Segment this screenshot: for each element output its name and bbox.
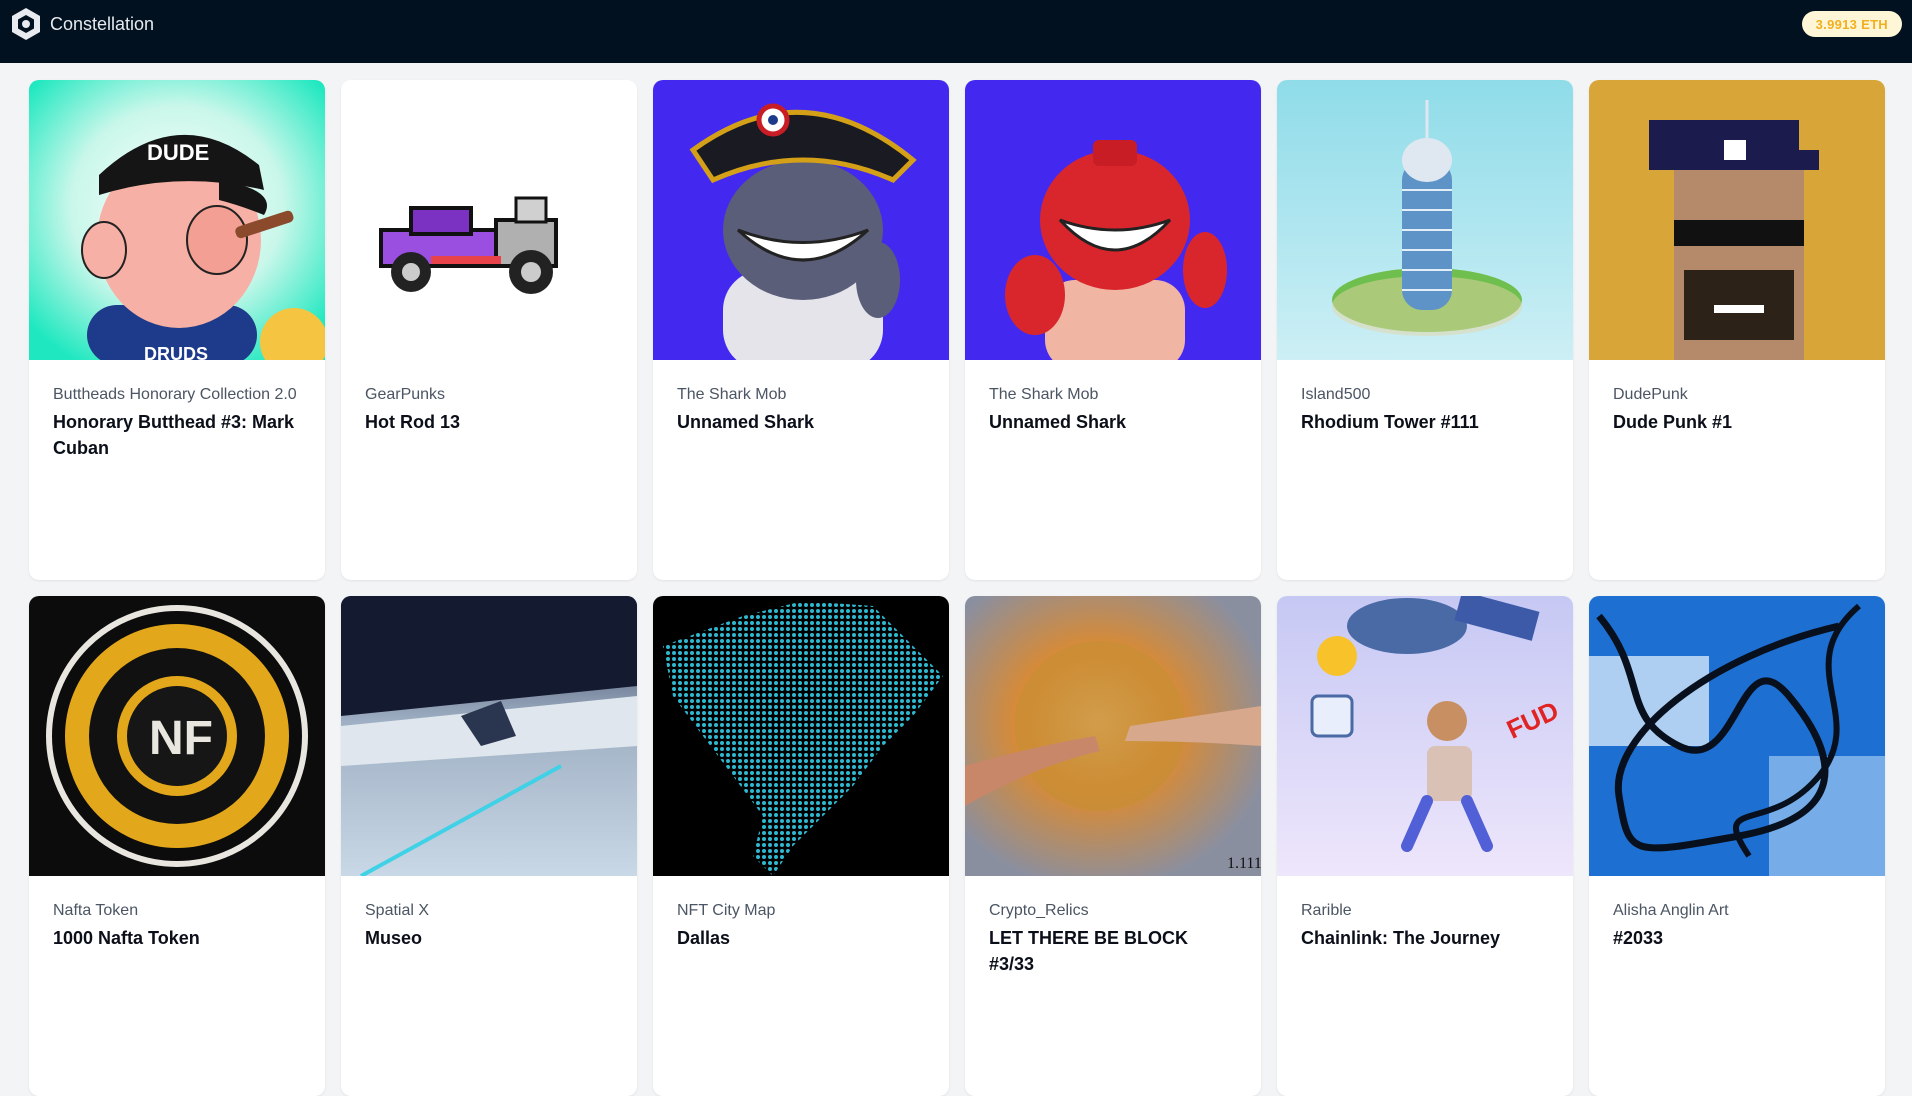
collection-name: The Shark Mob [989,386,1099,403]
nft-card[interactable]: GearPunks Hot Rod 13 [341,80,637,580]
svg-text:1.111: 1.111 [1227,855,1261,872]
collection-name: Buttheads Honorary Collection 2.0 [53,386,297,403]
nft-card[interactable]: Spatial X Museo [341,596,637,1096]
blue-abstract-art [1589,596,1885,876]
nft-grid: DUDE DRUDS Buttheads Honorary Collection… [29,80,1886,1096]
nft-title: Chainlink: The Journey [1301,928,1501,948]
nft-image [965,80,1261,360]
shark-red-art [965,80,1261,360]
nft-image: 1.111 [965,596,1261,876]
nft-image [1589,80,1885,360]
collection-name: Spatial X [365,902,430,919]
dot-map-art [653,596,949,876]
pixel-hot-rod-art [341,80,637,360]
nft-card[interactable]: 1.111 Crypto_Relics LET THERE BE BLOCK #… [965,596,1261,1096]
collection-name: The Shark Mob [677,386,787,403]
nft-title: Unnamed Shark [989,412,1127,432]
pixel-punk-art [1589,80,1885,360]
collection-name: Rarible [1301,902,1352,919]
nft-card[interactable]: The Shark Mob Unnamed Shark [653,80,949,580]
nft-card[interactable]: NFT City Map Dallas [653,596,949,1096]
nft-image [1277,80,1573,360]
collection-name: NFT City Map [677,902,776,919]
nft-title: Rhodium Tower #111 [1301,412,1479,432]
collection-name: GearPunks [365,386,446,403]
nft-card[interactable]: DudePunk Dude Punk #1 [1589,80,1885,580]
gallery-room-art [341,596,637,876]
nft-card[interactable]: DUDE DRUDS Buttheads Honorary Collection… [29,80,325,580]
cartoon-butthead-art: DUDE DRUDS [29,80,325,360]
nft-image: FUD [1277,596,1573,876]
top-bar: Constellation 3.9913 ETH [0,0,1912,63]
nft-card[interactable]: FUD Rarible Chainlink: The Journey [1277,596,1573,1096]
nft-title: Dallas [677,928,731,948]
wallet-balance-badge[interactable]: 3.9913 ETH [1801,11,1902,37]
bitcoin-creation-art: 1.111 [965,596,1261,876]
nft-title: LET THERE BE BLOCK #3/33 [989,928,1189,974]
svg-text:DUDE: DUDE [147,140,209,165]
island-tower-art [1277,80,1573,360]
svg-text:NF: NF [149,712,213,765]
nft-image [341,80,637,360]
nft-card[interactable]: NF Nafta Token 1000 Nafta Token [29,596,325,1096]
nft-image: NF [29,596,325,876]
collection-name: Island500 [1301,386,1371,403]
nft-title: Museo [365,928,423,948]
collection-name: Nafta Token [53,902,139,919]
nft-image [341,596,637,876]
nft-title: 1000 Nafta Token [53,928,200,948]
collection-name: DudePunk [1613,386,1688,403]
nft-title: Honorary Butthead #3: Mark Cuban [53,412,295,458]
gold-coin-art: NF [29,596,325,876]
nft-title: Unnamed Shark [677,412,815,432]
nft-card[interactable]: The Shark Mob Unnamed Shark [965,80,1261,580]
collection-name: Alisha Anglin Art [1613,902,1729,919]
nft-image [653,596,949,876]
nft-image [653,80,949,360]
nft-title: #2033 [1613,928,1664,948]
shark-admiral-art [653,80,949,360]
nft-card[interactable]: Alisha Anglin Art #2033 [1589,596,1885,1096]
nft-title: Dude Punk #1 [1613,412,1733,432]
constellation-logo-icon [12,8,40,40]
rarible-journey-art: FUD [1277,596,1573,876]
nft-image: DUDE DRUDS [29,80,325,360]
svg-text:DRUDS: DRUDS [144,344,208,360]
brand[interactable]: Constellation [8,6,154,42]
nft-title: Hot Rod 13 [365,412,461,432]
nft-card[interactable]: Island500 Rhodium Tower #111 [1277,80,1573,580]
collection-name: Crypto_Relics [989,902,1089,919]
app-name: Constellation [50,13,155,34]
nft-image [1589,596,1885,876]
